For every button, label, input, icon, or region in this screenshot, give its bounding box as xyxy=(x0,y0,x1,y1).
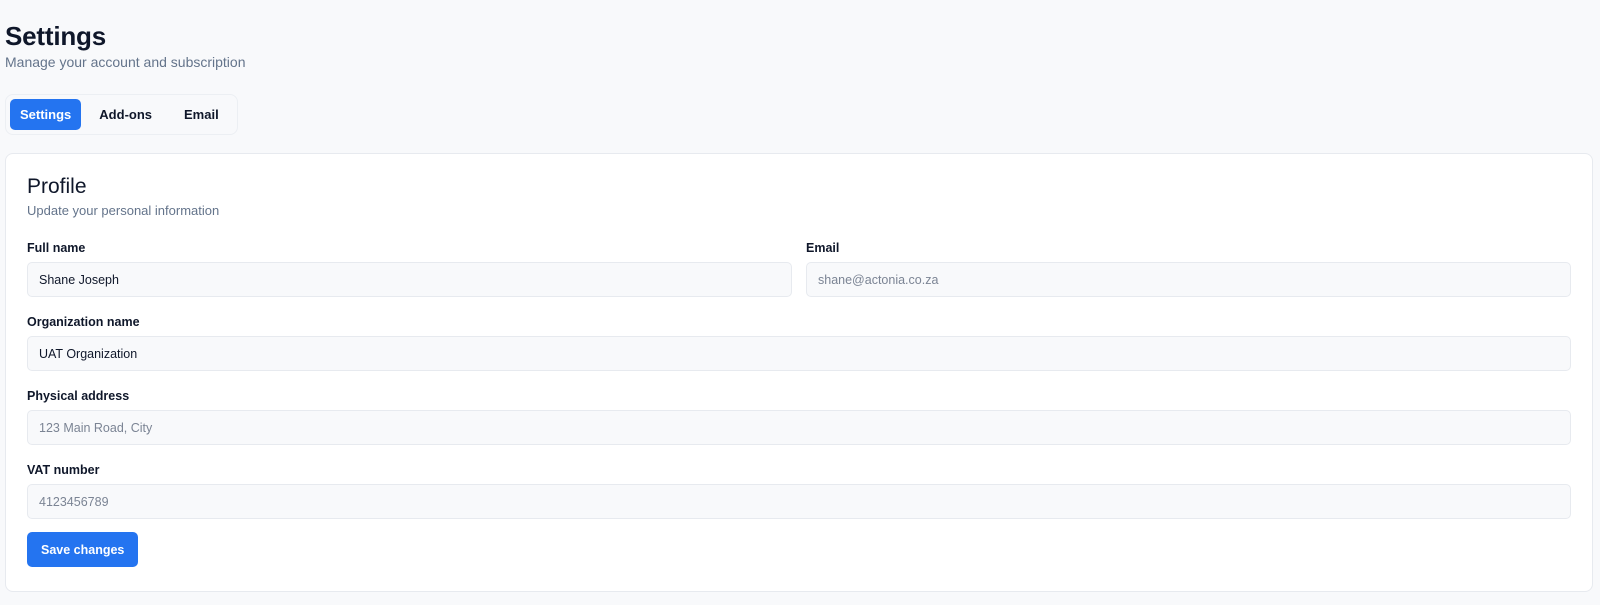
address-label: Physical address xyxy=(27,389,130,403)
full-name-group: Full name xyxy=(27,240,792,297)
full-name-input[interactable] xyxy=(27,262,792,297)
profile-title: Profile xyxy=(27,175,87,198)
vat-label: VAT number xyxy=(27,463,100,477)
tab-add-ons[interactable]: Add-ons xyxy=(85,99,166,130)
address-group: Physical address xyxy=(27,388,1571,445)
profile-subtitle: Update your personal information xyxy=(27,203,220,218)
tab-email[interactable]: Email xyxy=(170,99,233,130)
name-email-row: Full name Email xyxy=(27,240,1571,297)
profile-card: Profile Update your personal information… xyxy=(5,153,1593,592)
organization-label: Organization name xyxy=(27,315,140,329)
vat-input[interactable] xyxy=(27,484,1571,519)
email-input[interactable] xyxy=(806,262,1571,297)
tab-settings[interactable]: Settings xyxy=(10,99,82,130)
email-label: Email xyxy=(806,241,840,255)
full-name-label: Full name xyxy=(27,241,86,255)
settings-page: Settings Manage your account and subscri… xyxy=(0,0,1600,605)
organization-group: Organization name xyxy=(27,314,1571,371)
page-subtitle: Manage your account and subscription xyxy=(5,54,246,70)
address-input[interactable] xyxy=(27,410,1571,445)
email-group: Email xyxy=(806,240,1571,297)
page-title: Settings xyxy=(5,21,106,51)
save-changes-button[interactable]: Save changes xyxy=(27,532,139,567)
organization-input[interactable] xyxy=(27,336,1571,371)
tab-bar: Settings Add-ons Email xyxy=(5,94,238,135)
vat-group: VAT number xyxy=(27,462,1571,519)
